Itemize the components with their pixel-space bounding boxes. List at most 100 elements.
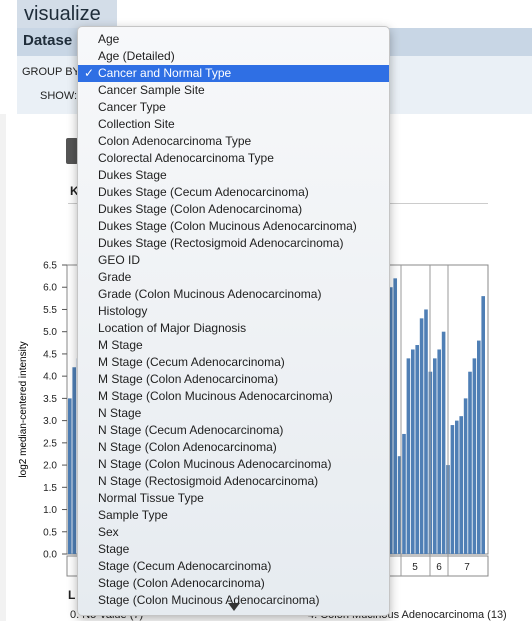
dropdown-option[interactable]: Stage (Colon Adenocarcinoma) xyxy=(78,575,389,592)
dropdown-option[interactable]: Cancer Type xyxy=(78,99,389,116)
dropdown-option-label: Dukes Stage xyxy=(98,168,167,182)
bar xyxy=(68,398,72,554)
group-label: 5 xyxy=(412,562,418,573)
dropdown-option[interactable]: Grade xyxy=(78,269,389,286)
dropdown-option[interactable]: Dukes Stage (Cecum Adenocarcinoma) xyxy=(78,184,389,201)
dropdown-option[interactable]: M Stage (Colon Adenocarcinoma) xyxy=(78,371,389,388)
dropdown-option[interactable]: Normal Tissue Type xyxy=(78,490,389,507)
dropdown-option[interactable]: Cancer Sample Site xyxy=(78,82,389,99)
dropdown-option-label: N Stage xyxy=(98,406,142,420)
dropdown-option[interactable]: Colon Adenocarcinoma Type xyxy=(78,133,389,150)
dropdown-option[interactable]: M Stage (Cecum Adenocarcinoma) xyxy=(78,354,389,371)
group-by-label: GROUP BY xyxy=(22,66,80,78)
y-tick-label: 4.0 xyxy=(43,372,57,383)
dropdown-option[interactable]: Colorectal Adenocarcinoma Type xyxy=(78,150,389,167)
y-tick-label: 1.0 xyxy=(43,505,57,516)
bar xyxy=(450,425,455,554)
dropdown-option-label: N Stage (Cecum Adenocarcinoma) xyxy=(98,423,284,437)
dropdown-option-label: Histology xyxy=(98,304,148,318)
dropdown-option[interactable]: M Stage (Colon Mucinous Adenocarcinoma) xyxy=(78,388,389,405)
dropdown-option[interactable]: Dukes Stage (Rectosigmoid Adenocarcinoma… xyxy=(78,235,389,252)
bar xyxy=(441,331,446,554)
dropdown-option[interactable]: Stage (Cecum Adenocarcinoma) xyxy=(78,558,389,575)
bar xyxy=(415,345,419,554)
dropdown-option[interactable]: N Stage (Colon Adenocarcinoma) xyxy=(78,439,389,456)
dropdown-option-label: M Stage (Colon Mucinous Adenocarcinoma) xyxy=(98,389,333,403)
dropdown-option[interactable]: Collection Site xyxy=(78,116,389,133)
group-by-dropdown-menu[interactable]: Age Age (Detailed) ✓ Cancer and Normal Type… xyxy=(77,26,390,616)
y-axis-label: log2 median-centered intensity xyxy=(18,341,29,477)
scroll-down-arrow-icon[interactable] xyxy=(228,603,240,611)
bar xyxy=(463,398,468,554)
bar xyxy=(468,371,472,554)
dropdown-option-label: Sample Type xyxy=(98,508,168,522)
dropdown-option[interactable]: Dukes Stage (Colon Adenocarcinoma) xyxy=(78,201,389,218)
dropdown-option[interactable]: Dukes Stage (Colon Mucinous Adenocarcino… xyxy=(78,218,389,235)
bar xyxy=(459,416,463,554)
dropdown-option[interactable]: Stage xyxy=(78,541,389,558)
dropdown-option-label: Dukes Stage (Colon Mucinous Adenocarcino… xyxy=(98,219,357,233)
y-tick-label: 6.5 xyxy=(43,261,57,272)
dropdown-option[interactable]: Dukes Stage xyxy=(78,167,389,184)
dropdown-option-label: Colorectal Adenocarcinoma Type xyxy=(98,151,274,165)
dropdown-option-label: Stage (Colon Adenocarcinoma) xyxy=(98,576,265,590)
dropdown-option[interactable]: Sample Type xyxy=(78,507,389,524)
bar xyxy=(481,296,485,554)
dropdown-option-label: M Stage xyxy=(98,338,143,352)
y-tick-label: 3.0 xyxy=(43,416,57,427)
dropdown-option-label: Dukes Stage (Cecum Adenocarcinoma) xyxy=(98,185,309,199)
bar xyxy=(472,358,477,554)
dropdown-option[interactable]: Age (Detailed) xyxy=(78,48,389,65)
bar xyxy=(406,358,411,554)
y-tick-label: 5.5 xyxy=(43,305,57,316)
dropdown-option-label: Cancer Type xyxy=(98,100,166,114)
dropdown-option-label: Stage (Cecum Adenocarcinoma) xyxy=(98,559,272,573)
dropdown-option-label: Dukes Stage (Colon Adenocarcinoma) xyxy=(98,202,303,216)
y-tick-label: 2.5 xyxy=(43,438,57,449)
dropdown-option[interactable]: Age xyxy=(78,31,389,48)
dropdown-option[interactable]: M Stage xyxy=(78,337,389,354)
dropdown-option[interactable]: Location of Major Diagnosis xyxy=(78,320,389,337)
dropdown-option-label: Collection Site xyxy=(98,117,175,131)
show-label: SHOW: xyxy=(40,90,78,102)
dropdown-option-label: Cancer Sample Site xyxy=(98,83,205,97)
dropdown-option-label: Sex xyxy=(98,525,119,539)
y-tick-label: 3.5 xyxy=(43,394,57,405)
dropdown-option-label: GEO ID xyxy=(98,253,141,267)
dropdown-option-label: Normal Tissue Type xyxy=(98,491,204,505)
dropdown-option[interactable]: Grade (Colon Mucinous Adenocarcinoma) xyxy=(78,286,389,303)
dropdown-option-label: M Stage (Cecum Adenocarcinoma) xyxy=(98,355,285,369)
dropdown-option[interactable]: N Stage xyxy=(78,405,389,422)
dropdown-option-label: Location of Major Diagnosis xyxy=(98,321,247,335)
dropdown-option-label: Colon Adenocarcinoma Type xyxy=(98,134,252,148)
y-tick-label: 5.0 xyxy=(43,327,57,338)
dropdown-option[interactable]: N Stage (Cecum Adenocarcinoma) xyxy=(78,422,389,439)
bar xyxy=(437,349,441,554)
dropdown-option[interactable]: Sex xyxy=(78,524,389,541)
dropdown-option-label: Age xyxy=(98,32,120,46)
dropdown-option-label: Age (Detailed) xyxy=(98,49,175,63)
dropdown-option-label: Grade (Colon Mucinous Adenocarcinoma) xyxy=(98,287,322,301)
bar xyxy=(72,367,76,554)
legend-heading: L xyxy=(68,588,76,602)
bar xyxy=(424,309,428,554)
dropdown-option[interactable]: Histology xyxy=(78,303,389,320)
bar xyxy=(402,433,406,554)
dropdown-option-label: Stage xyxy=(98,542,130,556)
bar xyxy=(477,340,481,554)
bar xyxy=(393,278,397,554)
dropdown-option-list: Age Age (Detailed) ✓ Cancer and Normal Type… xyxy=(78,31,389,609)
dropdown-option[interactable]: N Stage (Rectosigmoid Adenocarcinoma) xyxy=(78,473,389,490)
dropdown-option[interactable]: N Stage (Colon Mucinous Adenocarcinoma) xyxy=(78,456,389,473)
dropdown-option-label: N Stage (Colon Adenocarcinoma) xyxy=(98,440,277,454)
dropdown-option[interactable]: ✓ Cancer and Normal Type xyxy=(78,65,389,82)
dropdown-option-label: Grade xyxy=(98,270,132,284)
checkmark-icon: ✓ xyxy=(84,66,95,80)
bar xyxy=(411,349,415,554)
group-label: 6 xyxy=(436,562,442,573)
dropdown-option[interactable]: GEO ID xyxy=(78,252,389,269)
y-tick-label: 0.0 xyxy=(43,550,57,561)
group-label: 7 xyxy=(464,562,470,573)
dropdown-option-label: Cancer and Normal Type xyxy=(98,66,232,80)
bar xyxy=(455,420,459,554)
